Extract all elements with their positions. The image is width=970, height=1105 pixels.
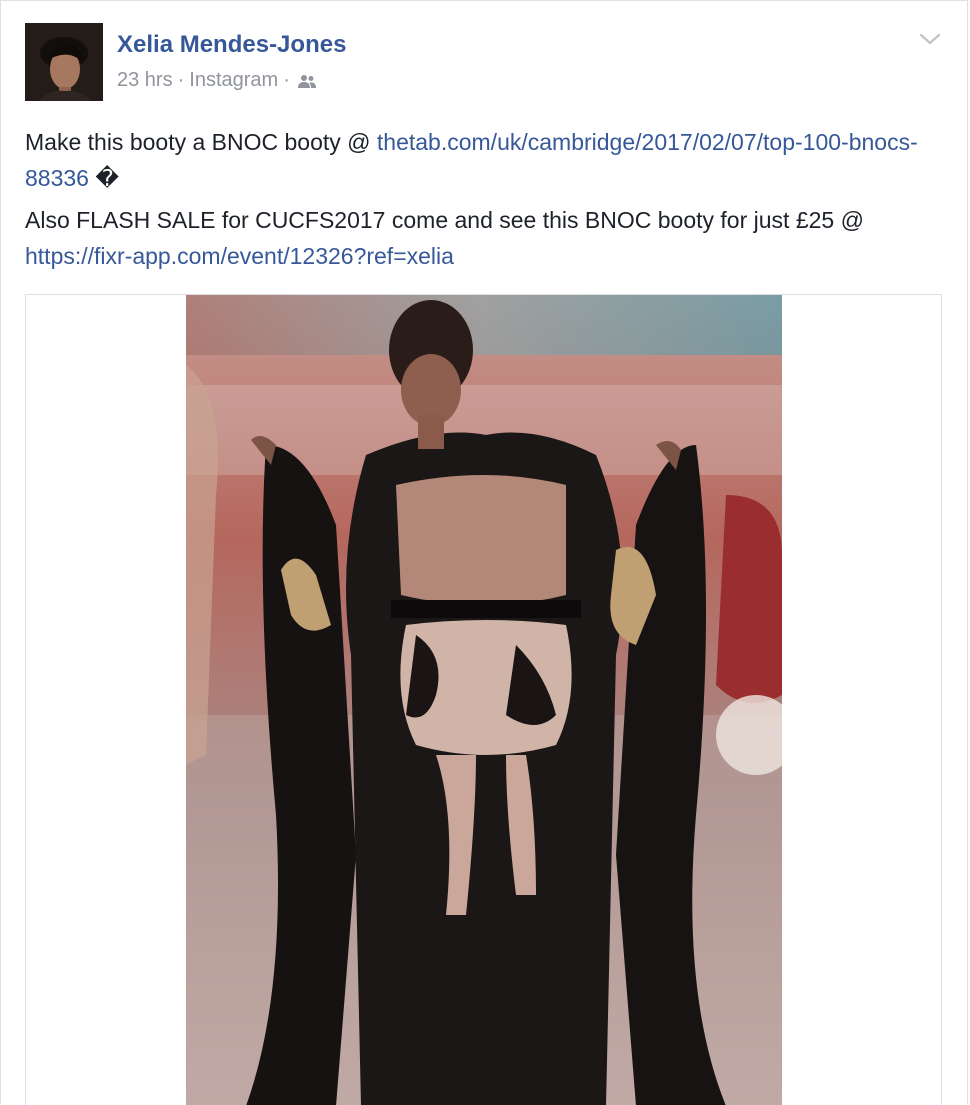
post-meta: 23 hrs · Instagram · bbox=[117, 69, 317, 92]
feed-post: Xelia Mendes-Jones 23 hrs · Instagram · … bbox=[0, 0, 968, 1105]
post-paragraph: Make this booty a BNOC booty @ thetab.co… bbox=[25, 124, 950, 196]
avatar[interactable] bbox=[25, 23, 103, 101]
post-link[interactable]: https://fixr-app.com/event/12326?ref=xel… bbox=[25, 243, 454, 269]
chevron-down-icon[interactable] bbox=[918, 31, 942, 47]
post-text: Also FLASH SALE for CUCFS2017 come and s… bbox=[25, 207, 864, 233]
meta-separator: · bbox=[177, 69, 185, 91]
post-body: Make this booty a BNOC booty @ thetab.co… bbox=[25, 124, 950, 280]
meta-separator: · bbox=[283, 69, 290, 91]
post-image[interactable] bbox=[25, 294, 942, 1105]
post-header: Xelia Mendes-Jones 23 hrs · Instagram · bbox=[25, 23, 945, 103]
avatar-photo bbox=[25, 23, 103, 101]
runway-photo bbox=[186, 295, 782, 1105]
post-text-suffix: � bbox=[88, 165, 119, 191]
post-timestamp[interactable]: 23 hrs bbox=[117, 69, 173, 92]
author-name[interactable]: Xelia Mendes-Jones bbox=[117, 31, 346, 59]
post-text: Make this booty a BNOC booty @ bbox=[25, 129, 377, 155]
friends-icon[interactable] bbox=[297, 73, 317, 89]
post-paragraph: Also FLASH SALE for CUCFS2017 come and s… bbox=[25, 202, 950, 274]
post-source[interactable]: Instagram bbox=[189, 69, 278, 92]
